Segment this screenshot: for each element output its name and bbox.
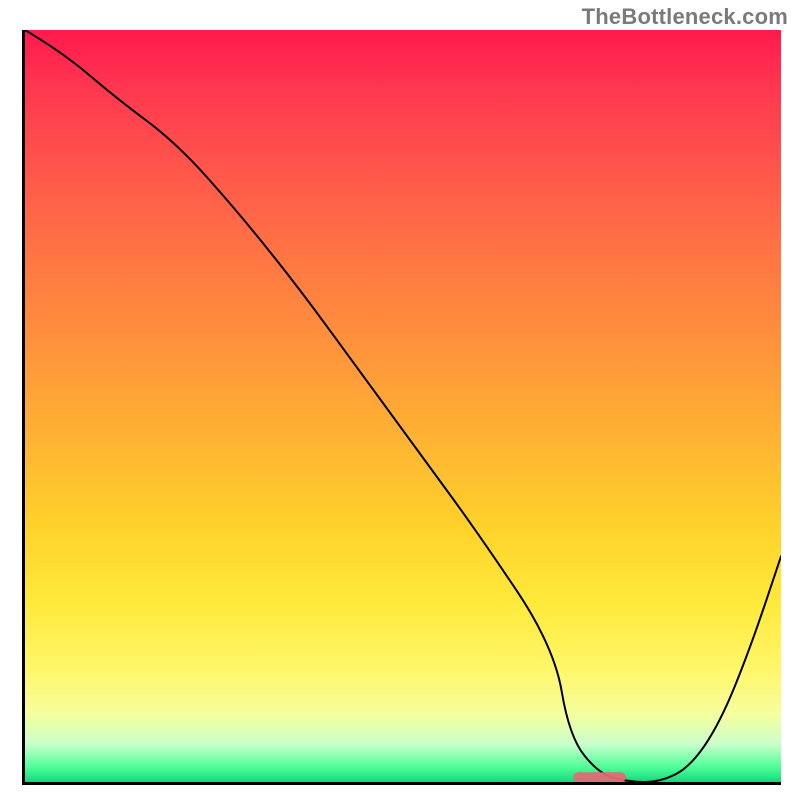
plot-area: [22, 30, 781, 785]
bottleneck-chart: TheBottleneck.com: [0, 0, 800, 800]
bottleneck-curve: [25, 30, 781, 782]
watermark-text: TheBottleneck.com: [582, 4, 788, 30]
optimum-marker: [573, 772, 626, 782]
chart-svg: [25, 30, 781, 782]
